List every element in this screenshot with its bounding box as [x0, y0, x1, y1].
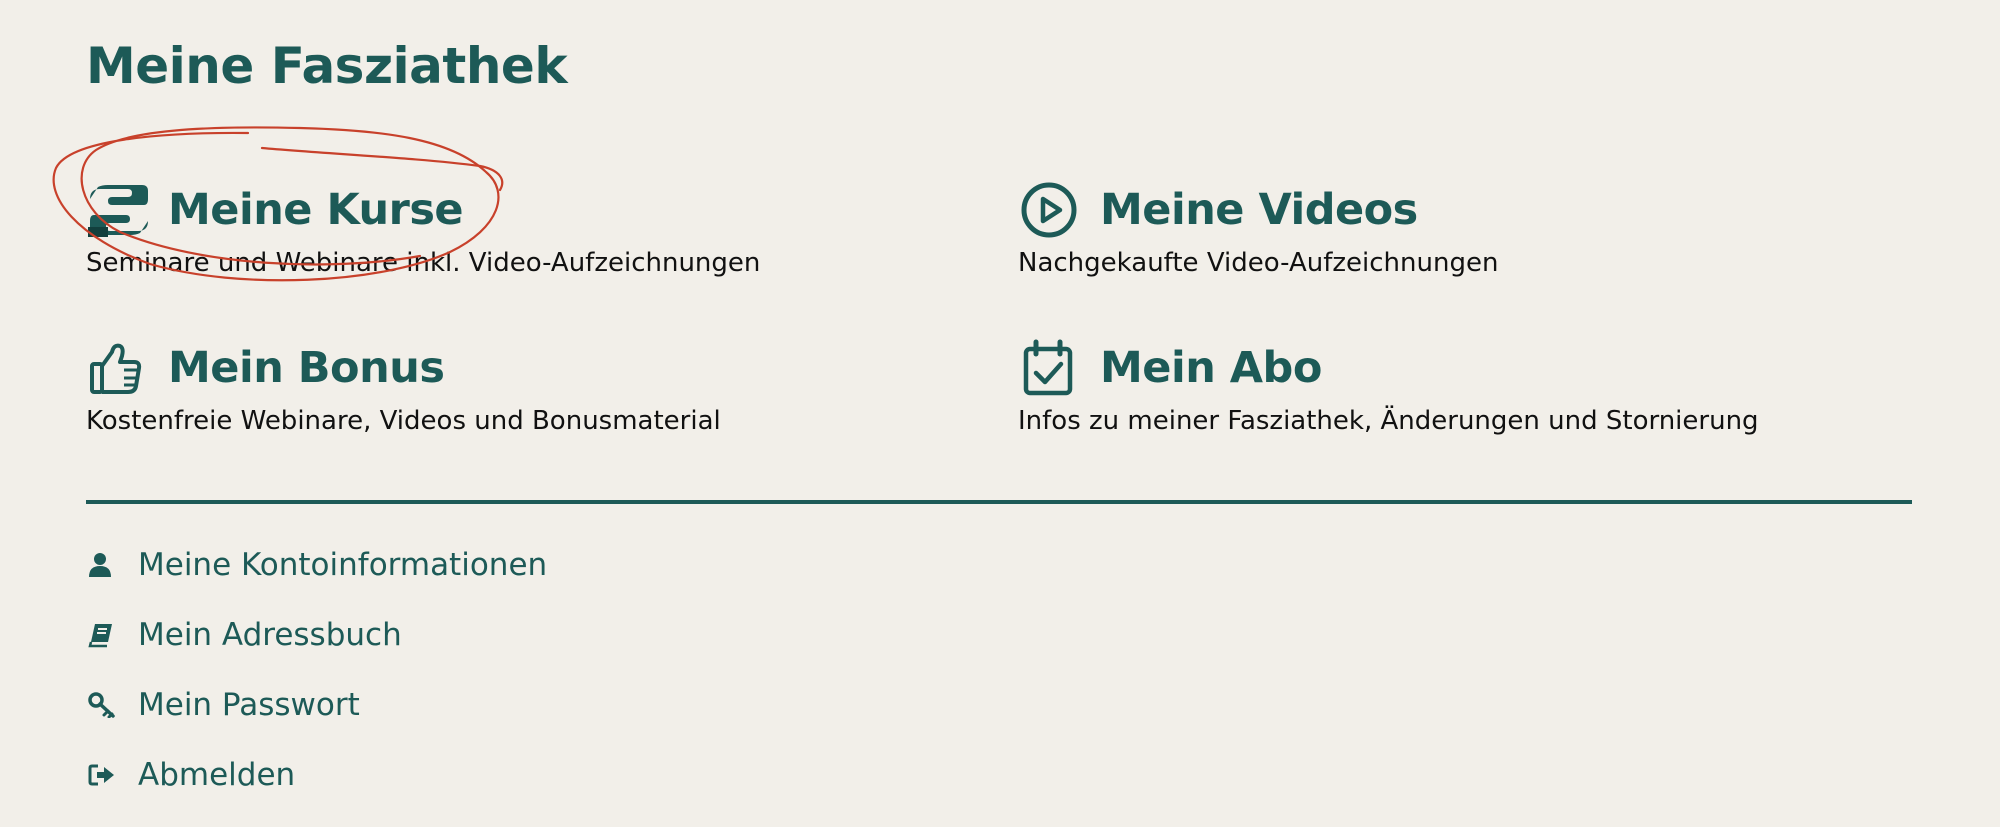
- card-meine-videos[interactable]: Meine Videos Nachgekaufte Video-Aufzeich…: [1018, 178, 1918, 280]
- card-title[interactable]: Mein Bonus: [168, 336, 445, 400]
- card-title[interactable]: Meine Videos: [1100, 178, 1418, 242]
- calendar-check-icon: [1018, 338, 1086, 398]
- card-title[interactable]: Meine Kurse: [168, 178, 464, 242]
- thumbs-up-icon: [86, 338, 154, 398]
- menu-item-label[interactable]: Abmelden: [138, 755, 295, 795]
- user-icon: [86, 550, 122, 580]
- menu-item-passwort[interactable]: Mein Passwort: [86, 670, 547, 740]
- card-description: Seminare und Webinare inkl. Video-Aufzei…: [86, 248, 761, 278]
- card-description: Infos zu meiner Fasziathek, Änderungen u…: [1018, 406, 1759, 436]
- card-title[interactable]: Mein Abo: [1100, 336, 1322, 400]
- card-mein-bonus[interactable]: Mein Bonus Kostenfreie Webinare, Videos …: [86, 336, 986, 438]
- address-book-icon: [86, 620, 122, 650]
- play-circle-icon: [1018, 180, 1086, 240]
- menu-item-label[interactable]: Mein Passwort: [138, 685, 360, 725]
- card-description: Nachgekaufte Video-Aufzeichnungen: [1018, 248, 1499, 278]
- menu-item-label[interactable]: Mein Adressbuch: [138, 615, 402, 655]
- card-meine-kurse[interactable]: Meine Kurse Seminare und Webinare inkl. …: [86, 178, 986, 280]
- card-mein-abo[interactable]: Mein Abo Infos zu meiner Fasziathek, Änd…: [1018, 336, 1918, 438]
- key-icon: [86, 690, 122, 720]
- sign-out-icon: [86, 760, 122, 790]
- menu-item-label[interactable]: Meine Kontoinformationen: [138, 545, 547, 585]
- menu-item-abmelden[interactable]: Abmelden: [86, 740, 547, 810]
- hand-offering-icon: [86, 180, 154, 240]
- menu-item-adressbuch[interactable]: Mein Adressbuch: [86, 600, 547, 670]
- account-menu: Meine Kontoinformationen Mein Adressbuch…: [86, 530, 547, 810]
- menu-item-kontoinformationen[interactable]: Meine Kontoinformationen: [86, 530, 547, 600]
- page-title: Meine Fasziathek: [86, 37, 568, 95]
- card-description: Kostenfreie Webinare, Videos und Bonusma…: [86, 406, 721, 436]
- section-divider: [86, 500, 1912, 504]
